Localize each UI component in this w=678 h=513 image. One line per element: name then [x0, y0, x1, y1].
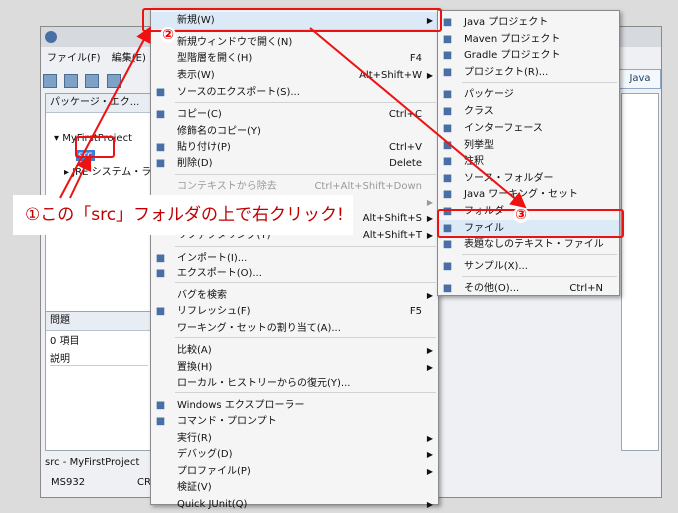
- arrow-to-new: [59, 26, 151, 199]
- arrow-to-file: [309, 27, 527, 209]
- annotation-arrows: [59, 26, 527, 209]
